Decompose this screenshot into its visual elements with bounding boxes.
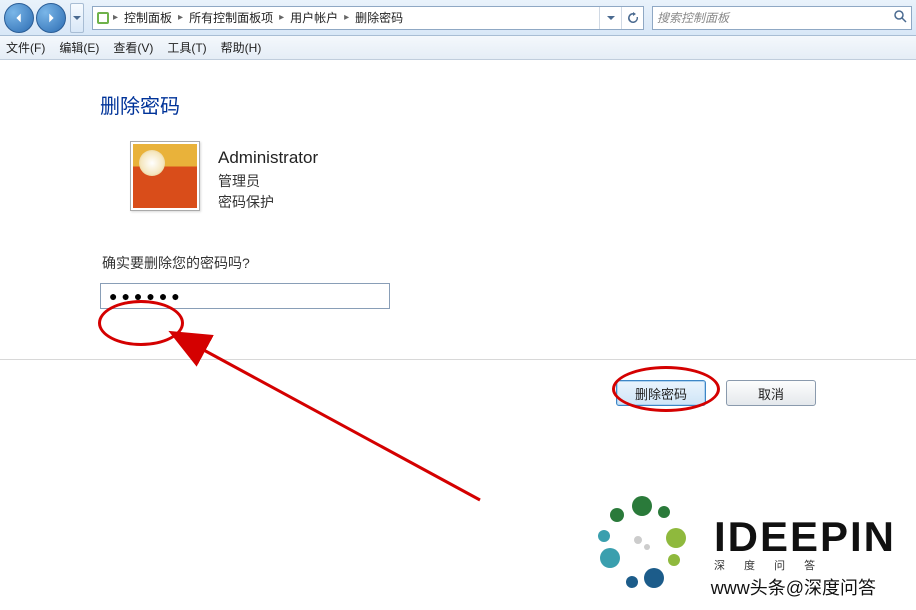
breadcrumb-item[interactable]: 控制面板 bbox=[118, 9, 178, 26]
explorer-toolbar: ▸ 控制面板 ▸ 所有控制面板项 ▸ 用户帐户 ▸ 删除密码 搜索控制面板 bbox=[0, 0, 916, 36]
user-role: 管理员 bbox=[218, 171, 318, 192]
page-title: 删除密码 bbox=[100, 90, 916, 119]
search-placeholder: 搜索控制面板 bbox=[657, 9, 729, 26]
user-name: Administrator bbox=[218, 145, 318, 171]
control-panel-icon bbox=[93, 11, 113, 25]
cancel-button[interactable]: 取消 bbox=[726, 380, 816, 406]
user-info: Administrator 管理员 密码保护 bbox=[218, 141, 318, 213]
nav-history-dropdown[interactable] bbox=[70, 3, 84, 33]
password-input[interactable] bbox=[100, 283, 390, 309]
attribution-text: www头条@深度问答 bbox=[711, 574, 876, 600]
chevron-down-icon bbox=[73, 14, 81, 22]
menu-view[interactable]: 查看(V) bbox=[113, 39, 153, 56]
refresh-icon bbox=[627, 12, 639, 24]
user-protect: 密码保护 bbox=[218, 192, 318, 213]
search-icon bbox=[893, 9, 907, 26]
user-block: Administrator 管理员 密码保护 bbox=[130, 141, 916, 213]
menu-file[interactable]: 文件(F) bbox=[6, 39, 45, 56]
arrow-left-icon bbox=[12, 11, 26, 25]
address-dropdown[interactable] bbox=[599, 7, 621, 29]
menu-tools[interactable]: 工具(T) bbox=[167, 39, 206, 56]
swirl-logo-icon bbox=[586, 488, 696, 598]
search-input[interactable]: 搜索控制面板 bbox=[652, 6, 912, 30]
arrow-right-icon bbox=[44, 11, 58, 25]
forward-button[interactable] bbox=[36, 3, 66, 33]
chevron-down-icon bbox=[607, 14, 615, 22]
button-label: 删除密码 bbox=[635, 384, 687, 403]
address-bar[interactable]: ▸ 控制面板 ▸ 所有控制面板项 ▸ 用户帐户 ▸ 删除密码 bbox=[92, 6, 644, 30]
menu-help[interactable]: 帮助(H) bbox=[221, 39, 262, 56]
nav-buttons bbox=[4, 3, 66, 33]
brand-text: IDEEPIN 深 度 问 答 bbox=[714, 513, 896, 573]
delete-password-button[interactable]: 删除密码 bbox=[616, 380, 706, 406]
back-button[interactable] bbox=[4, 3, 34, 33]
breadcrumb-item[interactable]: 用户帐户 bbox=[284, 9, 344, 26]
menu-bar: 文件(F) 编辑(E) 查看(V) 工具(T) 帮助(H) bbox=[0, 36, 916, 60]
button-label: 取消 bbox=[758, 384, 784, 403]
avatar-image bbox=[133, 144, 197, 208]
action-row: 删除密码 取消 bbox=[0, 360, 916, 406]
breadcrumb-item[interactable]: 所有控制面板项 bbox=[183, 9, 279, 26]
confirm-label: 确实要删除您的密码吗? bbox=[102, 253, 916, 273]
breadcrumb-item[interactable]: 删除密码 bbox=[349, 9, 409, 26]
user-avatar bbox=[130, 141, 200, 211]
content-area: 删除密码 Administrator 管理员 密码保护 确实要删除您的密码吗? bbox=[0, 60, 916, 360]
breadcrumb: ▸ 控制面板 ▸ 所有控制面板项 ▸ 用户帐户 ▸ 删除密码 bbox=[113, 9, 599, 26]
refresh-button[interactable] bbox=[621, 7, 643, 29]
brand-name: IDEEPIN bbox=[714, 513, 896, 561]
menu-edit[interactable]: 编辑(E) bbox=[59, 39, 99, 56]
